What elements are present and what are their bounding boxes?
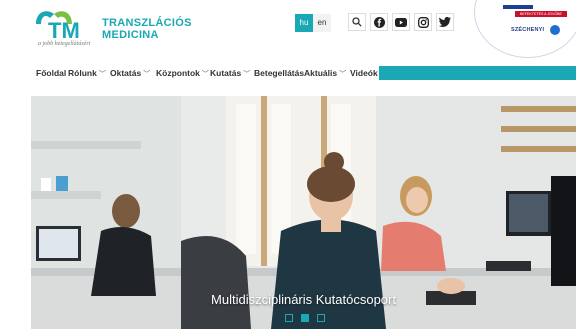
chevron-down-icon: ﹀ [243, 71, 251, 78]
search-icon [352, 17, 362, 27]
nav-item-label: Aktuális [304, 68, 338, 78]
chevron-down-icon: ﹀ [143, 71, 151, 78]
nav-item-aktualis[interactable]: Aktuális ﹀ [304, 68, 346, 79]
youtube-button[interactable] [392, 13, 410, 31]
search-button[interactable] [348, 13, 366, 31]
badge-red-stripe: BEFEKTETÉS A JÖVŐBE [515, 11, 567, 17]
logo-line1: TRANSZLÁCIÓS [102, 17, 192, 29]
instagram-icon [417, 16, 429, 28]
logo-mark-text: TM [48, 18, 80, 43]
slider-dot-3[interactable] [317, 314, 325, 322]
chevron-down-icon: ﹀ [339, 71, 347, 78]
nav-item-videok[interactable]: Videók [350, 68, 378, 78]
twitter-button[interactable] [436, 13, 454, 31]
nav-item-label: Főoldal [36, 68, 67, 78]
site-logo[interactable]: TM TRANSZLÁCIÓS MEDICINA a jobb betegell… [32, 4, 191, 52]
nav-item-label: Központok [156, 68, 200, 78]
nav-item-label: Videók [350, 68, 378, 78]
logo-tagline: a jobb betegellátásért [38, 41, 91, 47]
nav-item-rolunk[interactable]: Rólunk ﹀ [68, 68, 106, 79]
lang-en-button[interactable]: en [313, 14, 331, 32]
slider-dot-1[interactable] [285, 314, 293, 322]
nav-item-label: Oktatás [110, 68, 142, 78]
slider-dot-2[interactable] [301, 314, 309, 322]
site-header: TM TRANSZLÁCIÓS MEDICINA a jobb betegell… [0, 0, 576, 62]
logo-line2: MEDICINA [102, 29, 159, 41]
hero-slider[interactable]: Multidiszciplináris Kutatócsoport [31, 96, 576, 329]
twitter-icon [439, 17, 451, 27]
youtube-icon [395, 17, 407, 27]
badge-label: SZÉCHENYI [511, 27, 545, 33]
chevron-down-icon: ﹀ [201, 71, 209, 78]
nav-item-oktatas[interactable]: Oktatás ﹀ [110, 68, 150, 79]
instagram-button[interactable] [414, 13, 432, 31]
badge-blue-stripe [503, 5, 533, 9]
badge-logo-icon [550, 25, 560, 35]
szechenyi-badge[interactable]: BEFEKTETÉS A JÖVŐBE SZÉCHENYI [474, 0, 576, 58]
nav-item-betegellatas[interactable]: Betegellátás [254, 68, 304, 78]
slider-dots [285, 314, 325, 322]
logo-mark-icon: TM [36, 11, 80, 43]
facebook-icon [373, 16, 385, 28]
hero-caption: Multidiszciplináris Kutatócsoport [211, 292, 396, 307]
nav-item-label: Rólunk [68, 68, 97, 78]
nav-item-label: Betegellátás [254, 68, 305, 78]
main-nav: Főoldal Rólunk ﹀ Oktatás ﹀ Központok ﹀ Kuta… [32, 66, 576, 82]
lang-hu-button[interactable]: hu [295, 14, 313, 32]
nav-accent-bar [379, 66, 576, 80]
nav-item-kozpontok[interactable]: Központok ﹀ [156, 68, 209, 79]
nav-item-fooldal[interactable]: Főoldal [36, 68, 66, 78]
nav-item-kutatas[interactable]: Kutatás ﹀ [210, 68, 250, 79]
chevron-down-icon: ﹀ [98, 71, 106, 78]
facebook-button[interactable] [370, 13, 388, 31]
nav-item-label: Kutatás [210, 68, 242, 78]
